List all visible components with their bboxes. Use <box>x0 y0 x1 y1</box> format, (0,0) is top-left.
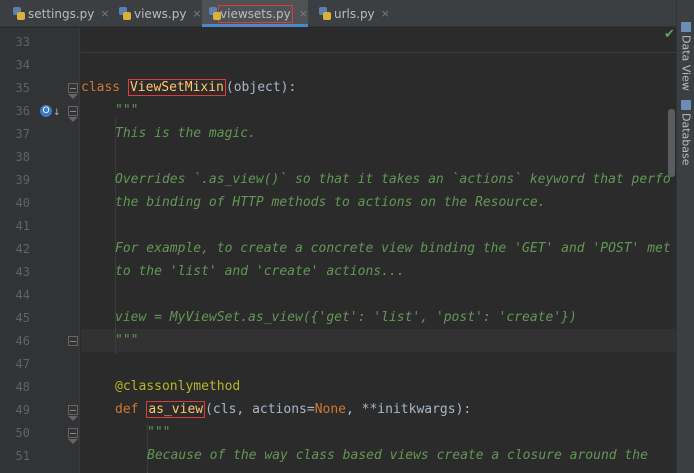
tool-label: Database <box>679 113 693 166</box>
line-number: 49 <box>15 403 30 417</box>
vertical-scrollbar[interactable] <box>668 109 675 177</box>
tab-label: viewsets.py <box>218 4 293 23</box>
line-number: 34 <box>15 58 30 72</box>
check-icon: ✔ <box>664 27 675 42</box>
python-file-icon <box>12 6 26 21</box>
class-bases: (object): <box>225 80 297 95</box>
keyword: def <box>115 402 139 417</box>
line-number: 42 <box>15 242 30 256</box>
code-line-37: This is the magic. <box>115 126 256 141</box>
line-number: 48 <box>15 380 30 394</box>
tab-label: urls.py <box>334 6 375 21</box>
code-editor[interactable]: class ViewSetMixin (object): """ This is … <box>81 28 676 473</box>
line-number: 41 <box>15 219 30 233</box>
tab-views-py[interactable]: views.py × <box>118 0 202 27</box>
code-line-46: """ <box>115 333 139 348</box>
line-number: 50 <box>15 426 30 440</box>
none-literal: None <box>314 402 346 417</box>
code-line-50: """ <box>147 425 171 440</box>
tab-settings-py[interactable]: settings.py × <box>12 0 110 27</box>
line-number: 38 <box>15 150 30 164</box>
fold-icon[interactable] <box>68 405 78 421</box>
close-icon[interactable]: × <box>299 7 308 20</box>
line-number: 45 <box>15 311 30 325</box>
python-file-icon <box>208 6 221 21</box>
code-line-40: the binding of HTTP methods to actions o… <box>115 195 546 210</box>
line-number: 36 <box>15 104 30 118</box>
caret-line-highlight <box>81 329 676 352</box>
line-number: 47 <box>15 357 30 371</box>
line-number: 35 <box>15 81 30 95</box>
code-line-39: Overrides `.as_view()` so that it takes … <box>115 172 671 187</box>
fold-icon[interactable] <box>68 428 78 444</box>
close-icon[interactable]: × <box>100 7 109 20</box>
code-line-42: For example, to create a concrete view b… <box>115 241 671 256</box>
tool-database[interactable]: Database <box>679 100 693 166</box>
data-view-icon <box>681 22 691 32</box>
line-number: 46 <box>15 334 30 348</box>
editor-tab-bar: settings.py × views.py × viewsets.py × u… <box>0 0 676 27</box>
line-number: 33 <box>15 35 30 49</box>
database-icon <box>681 100 691 110</box>
keyword: class <box>81 80 121 95</box>
python-file-icon <box>118 6 132 21</box>
method-separator <box>81 52 676 53</box>
line-number: 51 <box>15 449 30 463</box>
tab-label: views.py <box>134 6 187 21</box>
tab-viewsets-py[interactable]: viewsets.py × <box>202 0 308 27</box>
code-line-48: @classonlymethod <box>115 379 241 394</box>
line-number-gutter: 33 34 35 36 37 38 39 40 41 42 43 44 45 4… <box>0 28 80 473</box>
code-line-45: view = MyViewSet.as_view({'get': 'list',… <box>115 310 577 325</box>
params: , **initkwargs): <box>346 402 472 417</box>
close-icon[interactable]: × <box>381 7 390 20</box>
line-number: 40 <box>15 196 30 210</box>
line-number: 37 <box>15 127 30 141</box>
line-number: 39 <box>15 173 30 187</box>
implements-arrow-icon: ↓ <box>53 108 61 118</box>
fold-icon[interactable] <box>68 106 78 122</box>
implements-icon[interactable]: O <box>40 105 52 117</box>
line-number: 44 <box>15 288 30 302</box>
code-line-51: Because of the way class based views cre… <box>147 448 648 463</box>
tool-data-view[interactable]: Data View <box>679 22 693 91</box>
line-number: 43 <box>15 265 30 279</box>
fold-icon[interactable] <box>68 83 78 99</box>
right-tool-strip: Data View Database <box>676 0 694 473</box>
tool-label: Data View <box>679 35 693 91</box>
python-file-icon <box>318 6 332 21</box>
params: (cls, actions= <box>205 402 315 417</box>
class-name: ViewSetMixin <box>127 79 226 96</box>
code-line-49: def as_view (cls, actions=None, **initkwa… <box>115 401 472 418</box>
code-line-43: to the 'list' and 'create' actions... <box>115 264 405 279</box>
close-icon[interactable]: × <box>192 7 201 20</box>
code-line-36: """ <box>115 103 139 118</box>
fold-icon[interactable] <box>68 336 78 346</box>
tab-label: settings.py <box>28 6 95 21</box>
code-line-35: class ViewSetMixin (object): <box>81 79 297 96</box>
method-name: as_view <box>146 401 206 418</box>
tab-urls-py[interactable]: urls.py × <box>318 0 390 27</box>
